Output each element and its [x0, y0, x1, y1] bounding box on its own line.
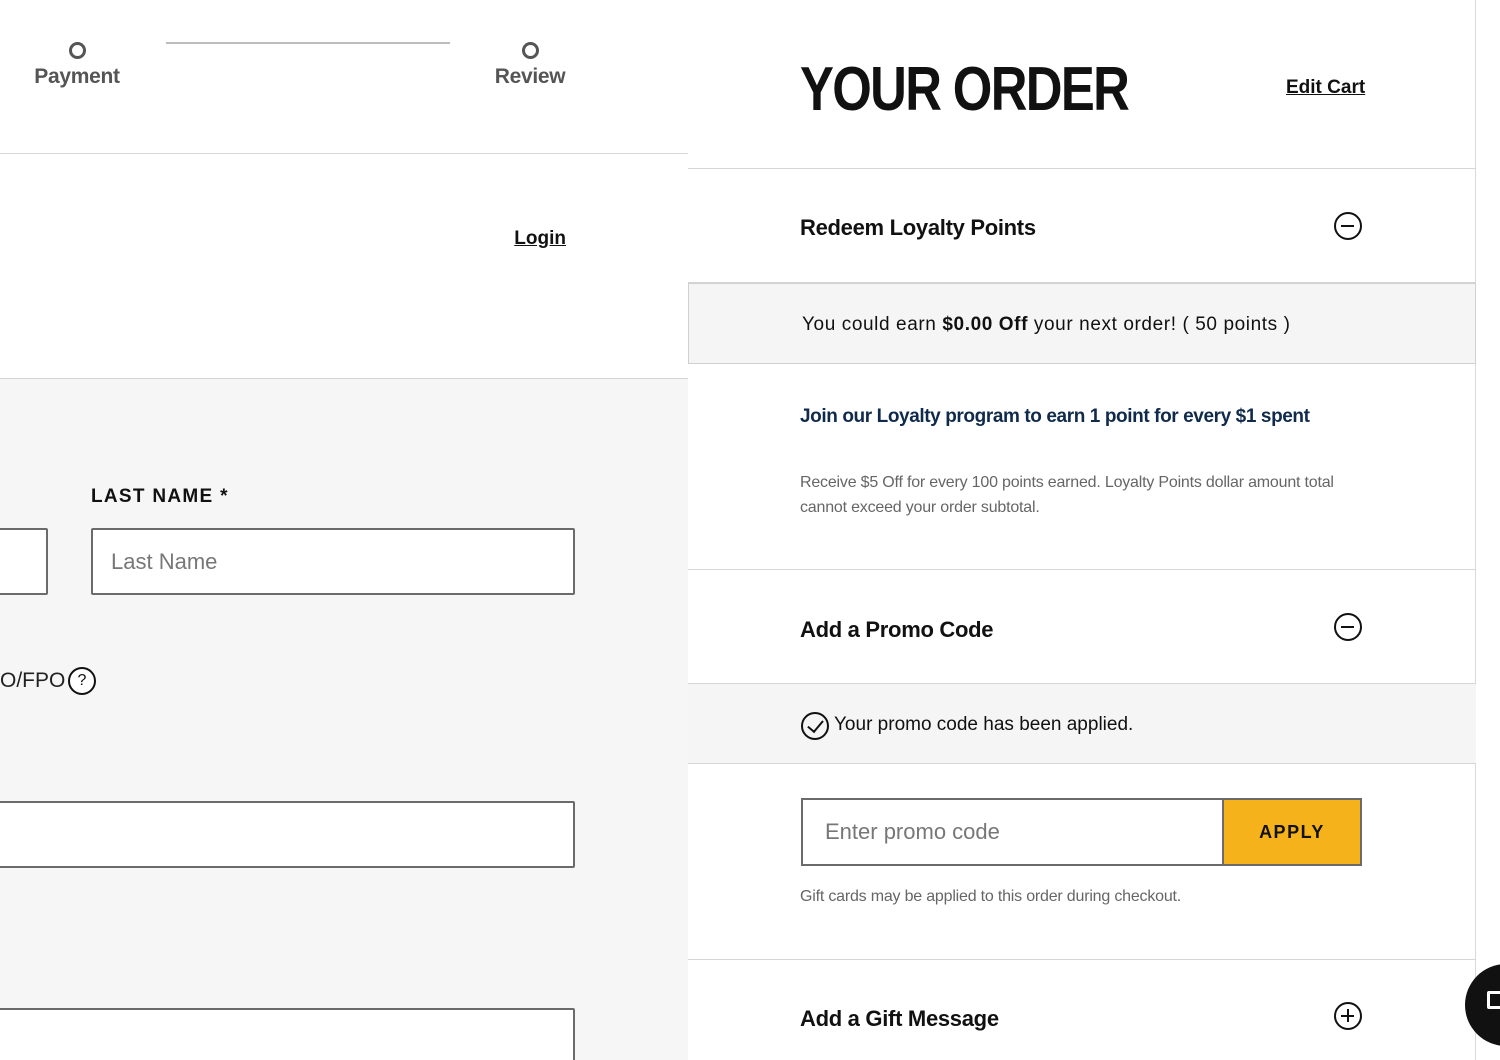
- apo-fpo-label: O/FPO: [0, 669, 66, 692]
- first-name-field[interactable]: [0, 528, 48, 595]
- address-line2-field[interactable]: [0, 1008, 575, 1060]
- loyalty-title: Redeem Loyalty Points: [800, 215, 1036, 240]
- step-review[interactable]: Review: [494, 42, 566, 89]
- earn-amount: $0.00 Off: [942, 314, 1029, 335]
- edit-cart-link[interactable]: Edit Cart: [1286, 77, 1365, 99]
- checkout-stepper: Payment Review: [0, 0, 688, 154]
- minus-circle-icon[interactable]: [1334, 212, 1362, 240]
- gift-card-note: Gift cards may be applied to this order …: [800, 888, 1182, 905]
- step-circle-icon: [68, 42, 86, 59]
- promo-applied-message: Your promo code has been applied.: [834, 714, 1134, 735]
- step-circle-icon: [521, 42, 539, 59]
- login-link[interactable]: Login: [514, 228, 566, 250]
- promo-input-area: APPLY Gift cards may be applied to this …: [688, 764, 1476, 960]
- promo-title: Add a Promo Code: [800, 617, 994, 642]
- help-icon[interactable]: ?: [68, 667, 96, 695]
- step-label: Review: [494, 65, 566, 88]
- minus-circle-icon[interactable]: [1334, 613, 1362, 641]
- account-section: Login: [0, 154, 688, 379]
- order-summary-column: YOUR ORDER Edit Cart Redeem Loyalty Poin…: [688, 0, 1476, 1060]
- plus-circle-icon[interactable]: [1334, 1002, 1362, 1030]
- last-name-field[interactable]: [91, 528, 575, 595]
- check-circle-icon: [801, 712, 829, 740]
- chat-icon: [1487, 991, 1500, 1009]
- step-payment[interactable]: Payment: [34, 42, 120, 89]
- page-title: YOUR ORDER: [800, 55, 1130, 124]
- gift-message-accordion-header[interactable]: Add a Gift Message: [688, 960, 1476, 1060]
- order-header: YOUR ORDER Edit Cart: [688, 0, 1476, 169]
- gift-message-title: Add a Gift Message: [800, 1006, 999, 1031]
- earn-message: You could earn $0.00 Off your next order…: [802, 314, 1291, 335]
- loyalty-accordion-header[interactable]: Redeem Loyalty Points: [688, 169, 1476, 283]
- address-field[interactable]: [0, 801, 575, 868]
- loyalty-terms: Receive $5 Off for every 100 points earn…: [800, 474, 1334, 516]
- loyalty-earn-banner: You could earn $0.00 Off your next order…: [688, 283, 1476, 364]
- loyalty-info: Join our Loyalty program to earn 1 point…: [688, 364, 1476, 570]
- apply-button[interactable]: APPLY: [1222, 798, 1362, 866]
- step-connector: [166, 42, 450, 44]
- promo-accordion-header[interactable]: Add a Promo Code: [688, 570, 1476, 684]
- promo-applied-banner: Your promo code has been applied.: [688, 684, 1476, 764]
- last-name-label: LAST NAME *: [91, 486, 229, 507]
- checkout-form-column: Payment Review Login LAST NAME * O/FPO ?: [0, 0, 688, 1060]
- loyalty-join-link[interactable]: Join our Loyalty program to earn 1 point…: [800, 406, 1310, 428]
- shipping-form: LAST NAME * O/FPO ?: [0, 379, 688, 1060]
- step-label: Payment: [34, 65, 120, 88]
- promo-code-input[interactable]: [801, 798, 1224, 866]
